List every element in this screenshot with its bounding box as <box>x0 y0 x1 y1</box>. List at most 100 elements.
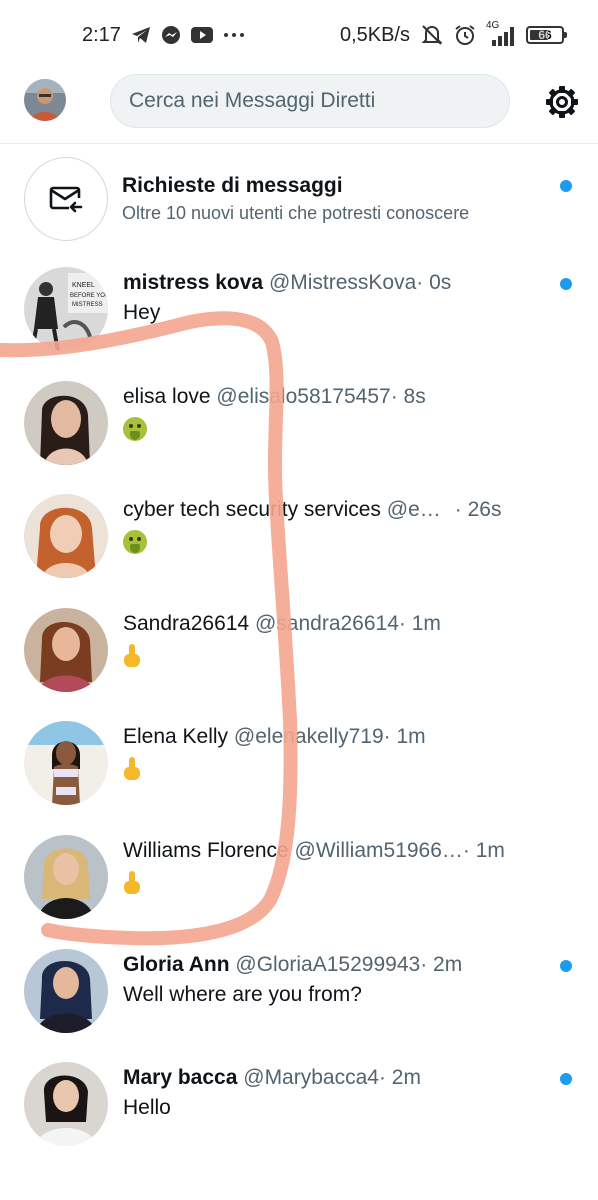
conversation-row[interactable]: Sandra26614 @sandra26614· 1m <box>0 596 598 709</box>
requests-icon-circle <box>24 157 108 241</box>
message-preview <box>123 757 141 787</box>
alarm-icon <box>455 25 475 45</box>
middle-finger-emoji-icon <box>123 644 141 668</box>
svg-text:MISTRESS: MISTRESS <box>72 302 103 308</box>
unread-dot <box>560 1073 572 1085</box>
conversation-row[interactable]: cyber tech security services @e… · 26s <box>0 482 598 595</box>
vomit-emoji-icon <box>123 530 147 554</box>
message-time: · 1m <box>462 839 505 862</box>
mute-icon <box>421 25 443 45</box>
battery-icon: 66 <box>526 26 567 44</box>
sender-handle: @elisalo58175457 <box>216 385 391 408</box>
sender-name: Williams Florence <box>123 839 289 862</box>
dm-header: Cerca nei Messaggi Diretti <box>0 70 598 144</box>
middle-finger-emoji-icon <box>123 757 141 781</box>
avatar-image <box>24 1062 108 1146</box>
profile-avatar[interactable] <box>24 79 66 121</box>
avatar-image <box>24 79 66 121</box>
signal-icon: 4G <box>486 20 516 46</box>
conversation-avatar[interactable] <box>24 835 108 919</box>
sender-handle: @sandra26614 <box>254 612 399 635</box>
conversation-avatar[interactable] <box>24 608 108 692</box>
search-input[interactable]: Cerca nei Messaggi Diretti <box>110 74 510 128</box>
network-speed: 0,5KB/s <box>339 23 410 46</box>
avatar-image <box>24 608 108 692</box>
conversation-avatar[interactable]: KNEEL BEFORE YOUR MISTRESS <box>24 267 108 351</box>
unread-dot <box>560 180 572 192</box>
status-left: 2:17 <box>82 24 245 47</box>
sender-handle: @Marybacca4 <box>243 1066 379 1089</box>
conversation-row[interactable]: Elena Kelly @elenakelly719· 1m <box>0 709 598 822</box>
more-dots-icon <box>223 33 244 37</box>
vomit-emoji-icon <box>123 417 147 441</box>
conversation-header: Gloria Ann @GloriaA15299943· 2m <box>123 953 462 977</box>
conversation-row[interactable]: elisa love @elisalo58175457· 8s <box>0 369 598 482</box>
message-time: · 26s <box>454 498 502 521</box>
messenger-icon <box>161 26 180 44</box>
dm-screen: 2:17 0,5KB/s 4G 66 Cerca nei Messaggi Di… <box>0 0 598 1200</box>
network-type: 4G <box>486 20 500 31</box>
middle-finger-emoji-icon <box>123 871 141 895</box>
message-preview: Hello <box>123 1096 171 1119</box>
mail-incoming-icon <box>49 186 83 213</box>
message-preview <box>123 644 141 674</box>
unread-dot <box>560 960 572 972</box>
svg-text:BEFORE YOUR: BEFORE YOUR <box>70 293 108 299</box>
status-bar: 2:17 0,5KB/s 4G 66 <box>0 0 598 70</box>
sender-handle: @GloriaA15299943 <box>235 953 421 976</box>
avatar-image <box>24 835 108 919</box>
sender-name: Sandra26614 <box>123 612 250 635</box>
conversation-header: cyber tech security services @e… · 26s <box>123 498 501 522</box>
sender-handle: @William51966… <box>294 839 463 862</box>
status-right: 0,5KB/s 4G 66 <box>339 20 567 47</box>
gear-icon[interactable] <box>544 84 580 120</box>
sender-name: mistress kova <box>123 271 264 294</box>
sender-name: elisa love <box>123 385 211 408</box>
message-time: · 2m <box>378 1066 421 1089</box>
avatar-image <box>24 949 108 1033</box>
sender-name: Elena Kelly <box>123 725 229 748</box>
youtube-icon <box>190 27 213 43</box>
conversation-avatar[interactable] <box>24 381 108 465</box>
conversation-avatar[interactable] <box>24 1062 108 1146</box>
message-preview <box>123 530 147 560</box>
message-preview <box>123 417 147 447</box>
conversation-header: elisa love @elisalo58175457· 8s <box>123 385 426 409</box>
message-preview <box>123 871 141 901</box>
sender-name: Gloria Ann <box>123 953 230 976</box>
message-time: · 1m <box>398 612 441 635</box>
sender-handle: @elenakelly719 <box>233 725 384 748</box>
requests-subtitle: Oltre 10 nuovi utenti che potresti conos… <box>122 203 470 223</box>
conversation-row[interactable]: KNEEL BEFORE YOUR MISTRESS mistress kova @M… <box>0 255 598 368</box>
conversation-row[interactable]: Mary bacca @Marybacca4· 2m Hello <box>0 1050 598 1163</box>
message-time: · 1m <box>383 725 426 748</box>
sender-name: Mary bacca <box>123 1066 238 1089</box>
message-preview: Well where are you from? <box>123 983 362 1006</box>
conversation-header: Williams Florence @William51966…· 1m <box>123 839 505 863</box>
conversation-row[interactable]: Gloria Ann @GloriaA15299943· 2m Well wher… <box>0 937 598 1050</box>
battery-level: 66 <box>538 28 552 42</box>
unread-dot <box>560 278 572 290</box>
avatar-image <box>24 494 108 578</box>
sender-handle: @e… <box>386 498 441 521</box>
message-time: · 8s <box>390 385 426 408</box>
conversation-avatar[interactable] <box>24 721 108 805</box>
conversation-header: mistress kova @MistressKova· 0s <box>123 271 451 295</box>
conversation-avatar[interactable] <box>24 949 108 1033</box>
svg-text:KNEEL: KNEEL <box>72 282 95 289</box>
avatar-image <box>24 381 108 465</box>
conversation-header: Sandra26614 @sandra26614· 1m <box>123 612 441 636</box>
message-preview: Hey <box>123 301 161 324</box>
conversation-row[interactable]: Williams Florence @William51966…· 1m <box>0 823 598 936</box>
conversation-header: Mary bacca @Marybacca4· 2m <box>123 1066 421 1090</box>
sender-handle: @MistressKova <box>268 271 417 294</box>
message-time: · 0s <box>416 271 452 294</box>
telegram-icon <box>131 27 150 43</box>
requests-title: Richieste di messaggi <box>122 174 343 197</box>
clock: 2:17 <box>82 23 121 46</box>
search-placeholder: Cerca nei Messaggi Diretti <box>129 89 376 112</box>
sender-name: cyber tech security services <box>123 498 381 521</box>
avatar-image: KNEEL BEFORE YOUR MISTRESS <box>24 267 108 351</box>
conversation-header: Elena Kelly @elenakelly719· 1m <box>123 725 426 749</box>
conversation-avatar[interactable] <box>24 494 108 578</box>
